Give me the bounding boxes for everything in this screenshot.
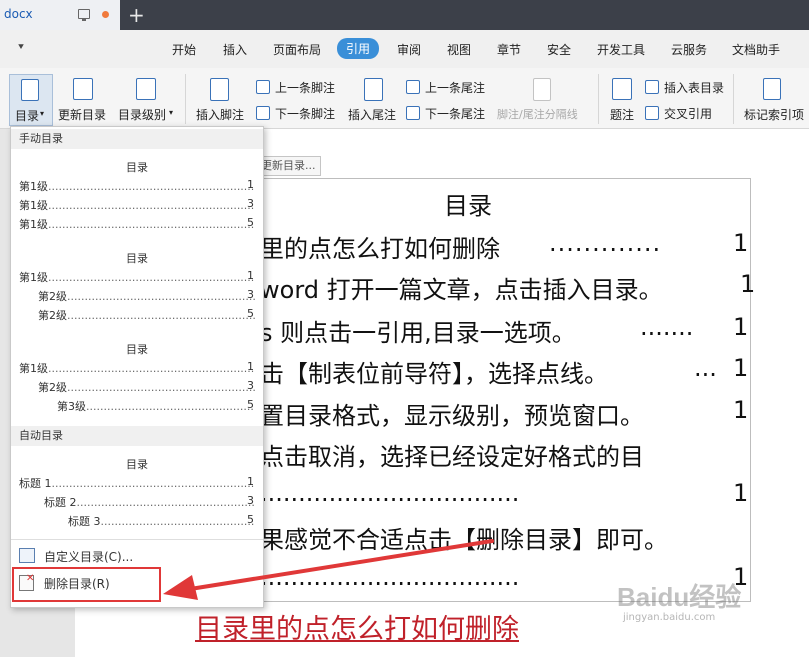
watermark-brand: Baidu经验 xyxy=(617,582,742,612)
annotation-arrow xyxy=(163,539,494,600)
watermark: Baidu经验 jingyan.baidu.com xyxy=(617,577,741,623)
